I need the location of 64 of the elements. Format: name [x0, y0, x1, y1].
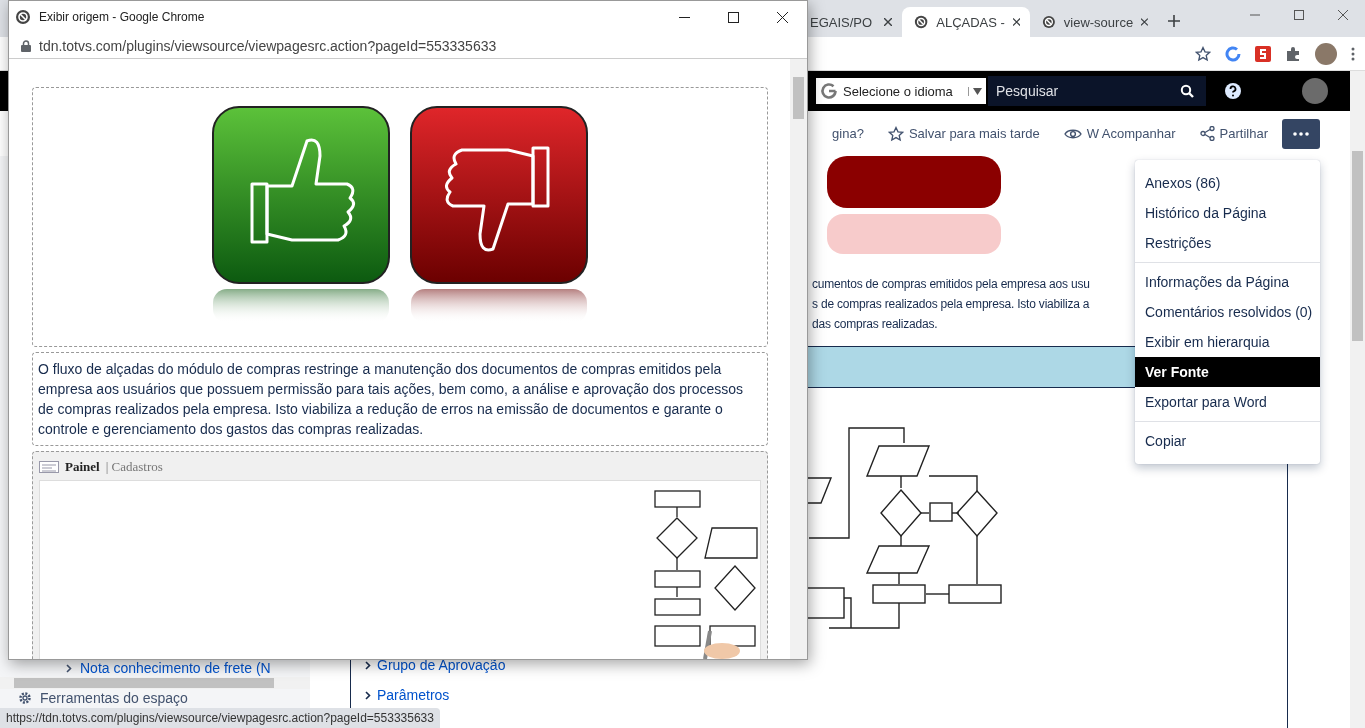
page-action-link[interactable]: Salvar para mais tarde	[887, 125, 1040, 142]
search-field[interactable]: Pesquisar	[988, 76, 1206, 106]
extension-icon[interactable]	[1255, 45, 1271, 62]
browser-tab[interactable]: view-source	[1030, 7, 1158, 37]
status-url: https://tdn.totvs.com/plugins/viewsource/viewpagesrc.action?pageId=553335633	[0, 708, 440, 728]
page-action-link[interactable]: Partilhar	[1199, 126, 1268, 141]
lock-icon	[21, 39, 31, 52]
eye-icon	[1063, 127, 1082, 140]
menu-item[interactable]: Ver Fonte	[1135, 357, 1320, 387]
panel-subtitle: | Cadastros	[105, 459, 163, 475]
paragraph-text: cumentos de compras emitidos pela empresa aos usu	[812, 276, 1090, 293]
chevron-right-icon	[365, 660, 371, 670]
page-link[interactable]: Parâmetros	[377, 687, 450, 703]
menu-item[interactable]: Restrições	[1135, 228, 1320, 258]
help-icon[interactable]	[1224, 82, 1242, 100]
horizontal-scrollbar[interactable]	[0, 677, 310, 689]
vertical-scrollbar[interactable]	[790, 59, 807, 659]
paragraph-text: O fluxo de alçadas do módulo de compras restringe a manutenção dos documentos de compras emitidos pela empresa aos usuários que possuem permissão para tais ações, bem como, a análise e aprovação dos processos de compras realizados pela empresa. Isto viabiliza a redução de erros na emissão de documentos e garante o controle e gerenciamento dos gastos das compras realizadas.	[37, 360, 745, 439]
new-tab-icon[interactable]	[1168, 15, 1180, 27]
chevron-right-icon	[66, 663, 72, 673]
menu-item[interactable]: Histórico da Página	[1135, 198, 1320, 228]
app-icon	[15, 9, 31, 25]
window-title: Exibir origem - Google Chrome	[39, 10, 205, 24]
close-icon[interactable]	[777, 11, 788, 23]
menu-icon[interactable]	[1351, 45, 1355, 62]
space-tools-menu[interactable]: Ferramentas do espaço	[40, 690, 188, 706]
google-icon[interactable]	[1225, 45, 1241, 62]
menu-item[interactable]: Copiar	[1135, 426, 1320, 456]
panel-title: Painel	[65, 459, 100, 475]
close-icon[interactable]	[884, 18, 892, 26]
share-icon	[1199, 126, 1215, 141]
text-icon	[39, 461, 59, 473]
maximize-icon[interactable]	[728, 11, 739, 23]
puzzle-icon[interactable]	[1285, 45, 1301, 62]
star-icon	[1195, 45, 1211, 62]
menu-item[interactable]: Informações da Página	[1135, 267, 1320, 297]
avatar-icon[interactable]	[1302, 78, 1328, 104]
address-text: tdn.totvs.com/plugins/viewsource/viewpagesrc.action?pageId=553335633	[39, 37, 497, 54]
avatar-icon[interactable]	[1315, 42, 1337, 65]
close-icon[interactable]	[1141, 18, 1148, 26]
menu-item[interactable]: Comentários resolvidos (0)	[1135, 297, 1320, 327]
settings-icon	[18, 691, 32, 705]
page-link[interactable]: Grupo de Aprovação	[377, 657, 506, 673]
page-action-link[interactable]: gina?	[832, 126, 864, 141]
site-icon	[914, 14, 929, 30]
menu-item[interactable]: Anexos (86)	[1135, 168, 1320, 198]
paragraph-text: das compras realizadas.	[812, 316, 938, 333]
google-icon	[820, 82, 838, 100]
more-icon	[1293, 131, 1309, 136]
dropdown-icon	[973, 86, 982, 96]
star-icon	[887, 125, 904, 142]
more-button[interactable]	[1282, 118, 1320, 149]
close-icon[interactable]	[1012, 18, 1020, 26]
menu-item[interactable]: Exportar para Word	[1135, 387, 1320, 417]
menu-item[interactable]: Exibir em hierarquia	[1135, 327, 1320, 357]
chevron-right-icon	[365, 690, 371, 700]
browser-tab[interactable]: ALÇADAS -	[902, 7, 1030, 37]
site-icon	[1042, 14, 1056, 30]
paragraph-text: s de compras realizados pela empresa. Isto viabiliza a	[812, 296, 1090, 313]
sidebar-link[interactable]: Nota conhecimento de frete (N	[80, 660, 271, 676]
vertical-scrollbar[interactable]	[1350, 71, 1365, 728]
search-icon[interactable]	[1180, 84, 1194, 98]
language-select[interactable]: Selecione o idioma	[816, 78, 986, 104]
page-action-link[interactable]: W Acompanhar	[1063, 126, 1176, 141]
